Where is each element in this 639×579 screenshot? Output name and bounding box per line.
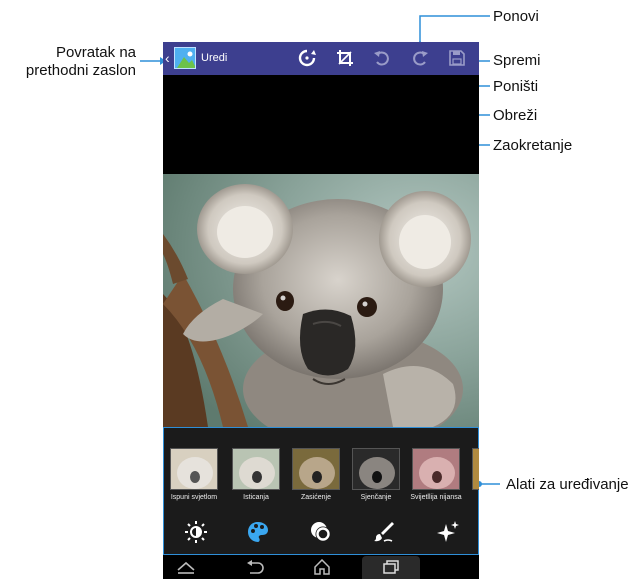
effect-label: Sjenčanje (360, 494, 392, 501)
callout-rotate: Zaokretanje (493, 137, 573, 154)
effect-label: Isticanja (243, 494, 269, 501)
home-up-icon[interactable] (175, 559, 197, 575)
callout-tools: Alati za uređivanje (506, 476, 629, 493)
callout-save: Spremi (493, 52, 541, 69)
page-title: Uredi (201, 52, 228, 64)
tool-icons-bar (164, 510, 479, 554)
callout-back: Povratak na prethodni zaslon (3, 44, 136, 80)
effect-thumbnail (472, 448, 479, 490)
edit-photo[interactable] (163, 174, 479, 427)
effect-thumbnail (292, 448, 340, 490)
effect-next[interactable] (468, 433, 479, 505)
back-chevron-icon[interactable]: ‹ (165, 50, 170, 66)
home-icon[interactable] (311, 559, 333, 575)
palette-icon[interactable] (246, 520, 270, 544)
brightness-icon[interactable] (184, 520, 208, 544)
brush-icon[interactable] (372, 520, 396, 544)
save-icon[interactable] (447, 48, 467, 68)
back-icon[interactable] (244, 559, 266, 575)
edit-tools-panel: Ispuni svjetlom Isticanja Zasićenje Sjen… (163, 427, 479, 555)
system-nav-bar (163, 555, 479, 579)
crop-icon[interactable] (335, 48, 355, 68)
callout-redo: Ponovi (493, 8, 539, 25)
effect-thumbnail (170, 448, 218, 490)
effect-label: Zasićenje (301, 494, 331, 501)
effect-fill-light[interactable]: Ispuni svjetlom (166, 433, 222, 505)
sparkle-icon[interactable] (436, 520, 460, 544)
rotate-icon[interactable] (297, 48, 317, 68)
effect-label: Ispuni svjetlom (170, 494, 218, 501)
effect-thumbnail (232, 448, 280, 490)
effect-shadows[interactable]: Sjenčanje (348, 433, 404, 505)
undo-icon[interactable] (372, 48, 392, 68)
circles-icon[interactable] (309, 520, 333, 544)
effect-label: Svijetllija nijansa (410, 494, 462, 501)
callout-undo: Poništi (493, 78, 539, 95)
effects-strip: Ispuni svjetlom Isticanja Zasićenje Sjen… (164, 428, 479, 510)
phone-screen: ‹ Uredi Ispuni svjetlom Isticanja Zasiće… (163, 42, 479, 579)
gallery-app-icon[interactable] (174, 47, 196, 69)
redo-icon[interactable] (410, 48, 430, 68)
callout-back-text: Povratak na prethodni zaslon (25, 44, 136, 79)
action-bar: ‹ Uredi (163, 42, 479, 75)
effect-thumbnail (352, 448, 400, 490)
recent-apps-icon[interactable] (380, 559, 402, 575)
effect-highlights[interactable]: Isticanja (228, 433, 284, 505)
effect-saturation[interactable]: Zasićenje (288, 433, 344, 505)
effect-lighter-tint[interactable]: Svijetllija nijansa (408, 433, 464, 505)
callout-crop: Obreži (493, 107, 538, 124)
effect-thumbnail (412, 448, 460, 490)
